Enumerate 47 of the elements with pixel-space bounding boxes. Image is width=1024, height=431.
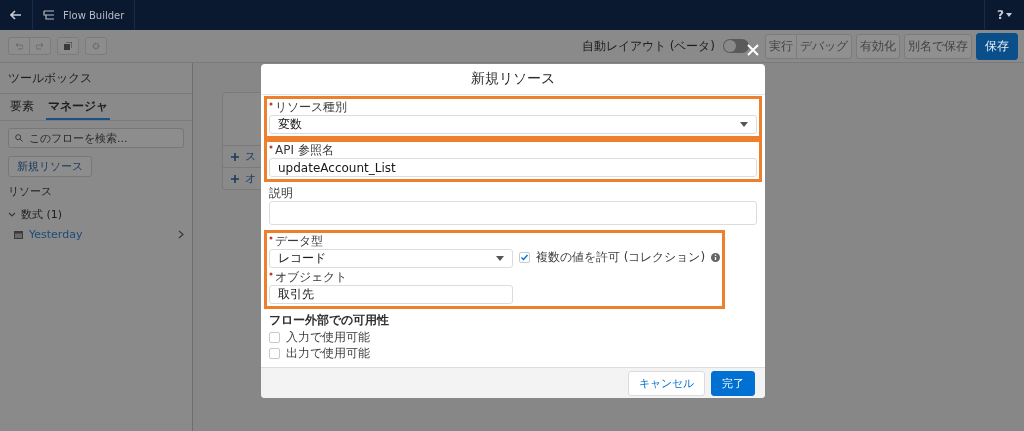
description-field[interactable] bbox=[269, 201, 757, 225]
flow-icon bbox=[43, 10, 55, 20]
card-item[interactable]: ス bbox=[245, 149, 256, 164]
search-field[interactable]: このフローを検索... bbox=[8, 128, 184, 148]
checkbox[interactable] bbox=[519, 252, 530, 263]
cancel-button[interactable]: キャンセル bbox=[628, 370, 705, 396]
card-item[interactable]: オ bbox=[245, 171, 256, 186]
auto-layout-toggle[interactable] bbox=[723, 39, 749, 53]
chevron-down-icon[interactable] bbox=[8, 211, 16, 218]
new-resource-button[interactable]: 新規リソース bbox=[8, 156, 92, 177]
resource-item[interactable]: Yesterday bbox=[29, 228, 172, 241]
field-label: リソース種別 bbox=[275, 100, 347, 114]
field-label: 説明 bbox=[269, 186, 293, 200]
modal-title: 新規リソース bbox=[261, 64, 765, 95]
input-field[interactable]: updateAccount_List bbox=[269, 158, 757, 177]
info-icon bbox=[711, 253, 721, 262]
app-title: Flow Builder bbox=[63, 9, 125, 21]
checkbox-label: 入力で使用可能 bbox=[286, 330, 370, 344]
auto-layout-label: 自動レイアウト (ベータ) bbox=[581, 37, 715, 55]
sidebar-tab[interactable]: マネージャ bbox=[46, 94, 110, 120]
field-label: オブジェクト bbox=[275, 270, 347, 284]
back-arrow-icon[interactable] bbox=[10, 10, 22, 20]
checkbox-label: 複数の値を許可 (コレクション) bbox=[536, 249, 706, 266]
field-label: API 参照名 bbox=[275, 143, 334, 157]
sidebar-title: ツールボックス bbox=[0, 63, 192, 94]
plus-icon bbox=[231, 174, 239, 183]
close-icon[interactable] bbox=[745, 42, 761, 58]
checkbox-label: 出力で使用可能 bbox=[286, 346, 370, 360]
checkbox[interactable] bbox=[269, 331, 280, 343]
chevron-right-icon[interactable] bbox=[178, 230, 184, 239]
section-label: リソース bbox=[7, 184, 53, 200]
caret-down-icon bbox=[496, 256, 504, 261]
section-heading: フロー外部での可用性 bbox=[269, 313, 390, 327]
group-label[interactable]: 数式 (1) bbox=[21, 207, 63, 222]
select-field[interactable]: 変数 bbox=[269, 115, 757, 134]
field-label: データ型 bbox=[275, 234, 323, 248]
input-field[interactable]: 取引先 bbox=[269, 285, 513, 304]
caret-down-icon bbox=[1006, 13, 1012, 17]
checkbox[interactable] bbox=[269, 347, 280, 359]
sidebar-tab[interactable]: 要素 bbox=[8, 94, 36, 120]
search-icon bbox=[15, 134, 23, 142]
plus-icon bbox=[231, 152, 239, 161]
caret-down-icon bbox=[740, 122, 748, 127]
done-button[interactable]: 完了 bbox=[711, 370, 755, 396]
select-field[interactable]: レコード bbox=[269, 249, 513, 268]
calendar-icon bbox=[14, 230, 23, 239]
toolbar-button[interactable]: 保存 bbox=[976, 32, 1018, 60]
